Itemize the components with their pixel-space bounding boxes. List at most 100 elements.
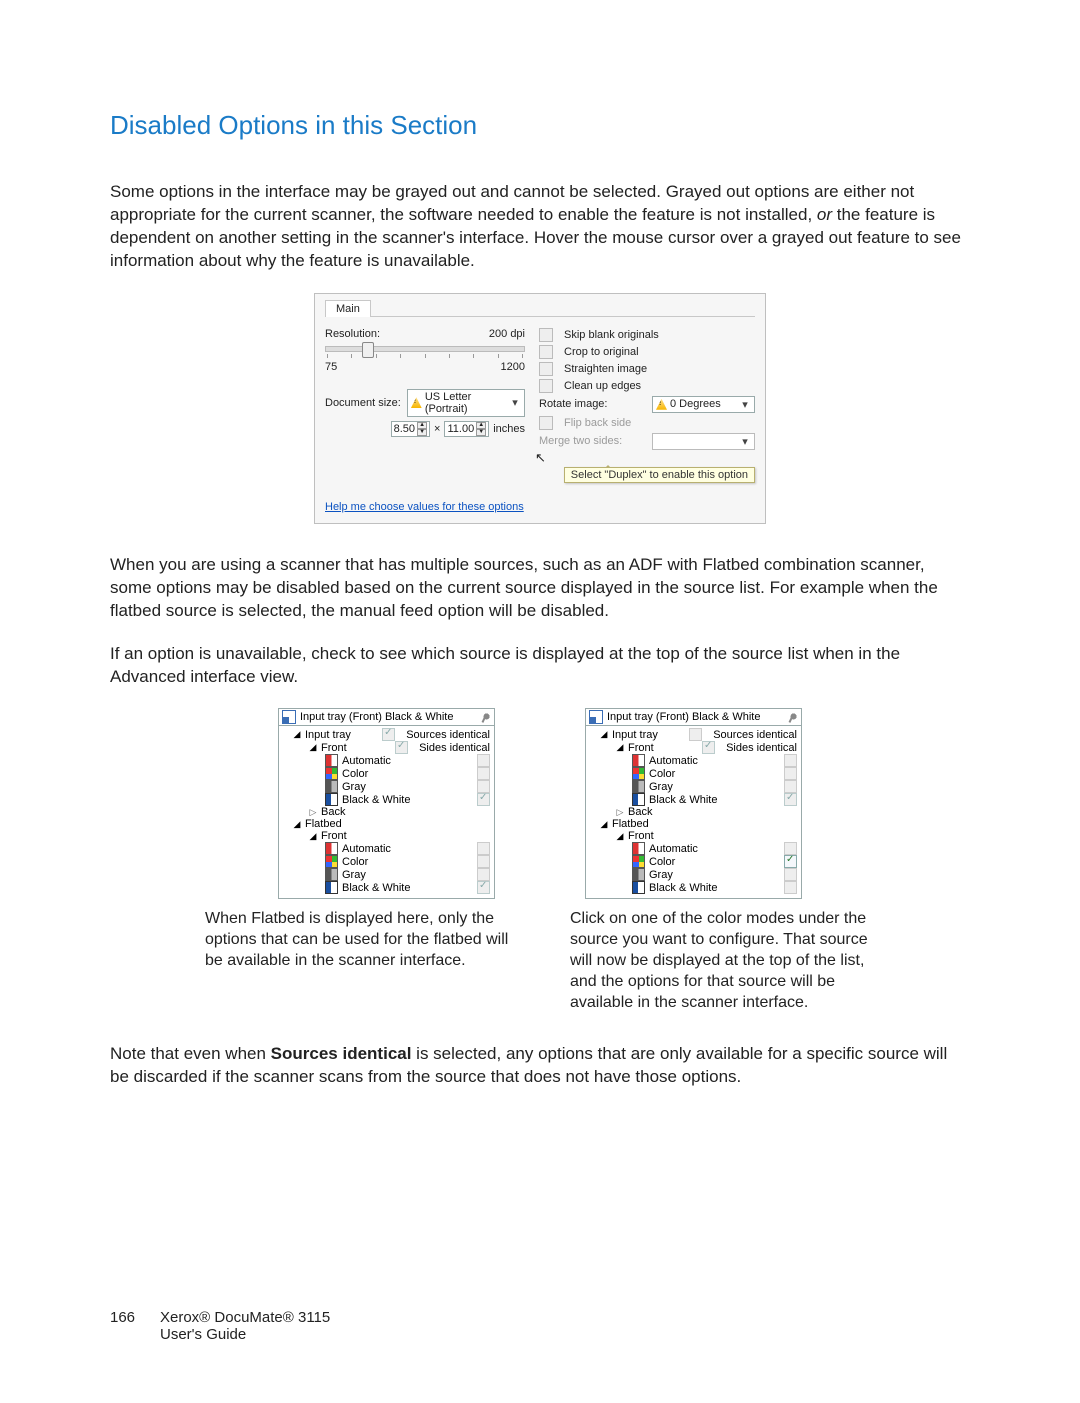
doc-size-dropdown[interactable]: US Letter (Portrait) ▾ — [407, 389, 525, 417]
checkbox[interactable] — [477, 767, 490, 780]
checkbox-sides-identical[interactable] — [395, 741, 408, 754]
merge-dropdown: ▾ — [652, 433, 755, 450]
tab-main[interactable]: Main — [325, 300, 371, 317]
node-back[interactable]: Back — [628, 806, 652, 818]
label-straighten: Straighten image — [564, 363, 647, 375]
source-tree-left: Input tray (Front) Black & White ◢Input … — [278, 708, 495, 899]
times-symbol: × — [434, 423, 440, 435]
node-flatbed[interactable]: Flatbed — [305, 818, 342, 830]
pin-icon[interactable] — [477, 709, 493, 725]
height-input[interactable]: 11.00 ▲▼ — [444, 421, 489, 437]
rotate-label: Rotate image: — [539, 398, 607, 410]
checkbox[interactable] — [784, 855, 797, 868]
mode-bw[interactable]: Black & White — [649, 882, 717, 894]
width-input[interactable]: 8.50 ▲▼ — [391, 421, 430, 437]
node-flatbed[interactable]: Flatbed — [612, 818, 649, 830]
checkbox-crop[interactable] — [539, 345, 553, 359]
checkbox[interactable] — [477, 881, 490, 894]
mode-icon-gray — [632, 780, 645, 793]
checkbox[interactable] — [784, 793, 797, 806]
mode-color[interactable]: Color — [649, 856, 675, 868]
checkbox-skip-blank[interactable] — [539, 328, 553, 342]
mode-icon-color — [325, 767, 338, 780]
para4-bold: Sources identical — [271, 1044, 412, 1063]
mode-automatic[interactable]: Automatic — [649, 843, 698, 855]
rotate-dropdown[interactable]: 0 Degrees ▾ — [652, 396, 755, 413]
checkbox[interactable] — [784, 767, 797, 780]
tree-left-header: Input tray (Front) Black & White — [300, 711, 453, 723]
warning-icon — [411, 397, 422, 408]
mode-bw[interactable]: Black & White — [342, 882, 410, 894]
paragraph-1: Some options in the interface may be gra… — [110, 181, 970, 273]
expand-icon[interactable]: ◢ — [600, 729, 608, 740]
mode-color[interactable]: Color — [342, 856, 368, 868]
mode-bw[interactable]: Black & White — [649, 794, 717, 806]
resolution-value: 200 dpi — [489, 328, 525, 340]
chevron-down-icon: ▾ — [739, 435, 751, 448]
resolution-slider[interactable]: 75 1200 — [325, 346, 525, 373]
screenshot-main-panel: Main Resolution: 200 dpi 75 1200 Documen — [314, 293, 766, 524]
node-input-tray[interactable]: Input tray — [305, 729, 351, 741]
label-sides-identical: Sides identical — [419, 742, 490, 754]
mode-gray[interactable]: Gray — [649, 781, 673, 793]
mode-color[interactable]: Color — [649, 768, 675, 780]
checkbox-clean-edges[interactable] — [539, 379, 553, 393]
expand-icon[interactable]: ◢ — [616, 742, 624, 753]
label-skip-blank: Skip blank originals — [564, 329, 659, 341]
expand-icon[interactable]: ◢ — [293, 819, 301, 830]
mode-icon-color — [632, 767, 645, 780]
slider-max: 1200 — [501, 361, 525, 373]
checkbox[interactable] — [784, 881, 797, 894]
help-link[interactable]: Help me choose values for these options — [325, 501, 524, 513]
paragraph-2: When you are using a scanner that has mu… — [110, 554, 970, 623]
expand-icon[interactable]: ◢ — [309, 831, 317, 842]
mode-gray[interactable]: Gray — [649, 869, 673, 881]
node-input-tray[interactable]: Input tray — [612, 729, 658, 741]
rotate-value: 0 Degrees — [670, 398, 736, 410]
node-front[interactable]: Front — [628, 742, 654, 754]
expand-icon[interactable]: ◢ — [600, 819, 608, 830]
page-footer: 166 Xerox® DocuMate® 3115 User's Guide — [110, 1309, 970, 1343]
node-front[interactable]: Front — [628, 830, 654, 842]
checkbox[interactable] — [784, 754, 797, 767]
checkbox[interactable] — [477, 754, 490, 767]
disabled-tooltip: Select "Duplex" to enable this option — [564, 467, 755, 483]
mode-automatic[interactable]: Automatic — [342, 843, 391, 855]
checkbox-sources-identical[interactable] — [382, 728, 395, 741]
mode-gray[interactable]: Gray — [342, 869, 366, 881]
expand-icon[interactable]: ◢ — [293, 729, 301, 740]
checkbox[interactable] — [477, 793, 490, 806]
label-sources-identical: Sources identical — [406, 729, 490, 741]
mode-automatic[interactable]: Automatic — [342, 755, 391, 767]
source-tree-right: Input tray (Front) Black & White ◢Input … — [585, 708, 802, 899]
paragraph-4: Note that even when Sources identical is… — [110, 1043, 970, 1089]
mode-color[interactable]: Color — [342, 768, 368, 780]
mode-gray[interactable]: Gray — [342, 781, 366, 793]
mode-icon-bw — [632, 881, 645, 894]
expand-icon[interactable]: ▷ — [616, 807, 624, 818]
expand-icon[interactable]: ◢ — [309, 742, 317, 753]
height-value: 11.00 — [447, 423, 474, 435]
caption-left: When Flatbed is displayed here, only the… — [205, 909, 510, 1013]
mode-icon-bw — [325, 793, 338, 806]
checkbox-sides-identical[interactable] — [702, 741, 715, 754]
mode-icon-automatic — [325, 842, 338, 855]
node-front[interactable]: Front — [321, 742, 347, 754]
mode-bw[interactable]: Black & White — [342, 794, 410, 806]
mode-icon-gray — [325, 868, 338, 881]
node-back[interactable]: Back — [321, 806, 345, 818]
node-front[interactable]: Front — [321, 830, 347, 842]
checkbox-sources-identical[interactable] — [689, 728, 702, 741]
label-sources-identical: Sources identical — [713, 729, 797, 741]
label-sides-identical: Sides identical — [726, 742, 797, 754]
checkbox[interactable] — [477, 842, 490, 855]
mode-icon-automatic — [632, 754, 645, 767]
expand-icon[interactable]: ◢ — [616, 831, 624, 842]
checkbox[interactable] — [477, 855, 490, 868]
checkbox-straighten[interactable] — [539, 362, 553, 376]
pin-icon[interactable] — [784, 709, 800, 725]
checkbox[interactable] — [784, 868, 797, 881]
label-crop: Crop to original — [564, 346, 639, 358]
expand-icon[interactable]: ▷ — [309, 807, 317, 818]
mode-automatic[interactable]: Automatic — [649, 755, 698, 767]
